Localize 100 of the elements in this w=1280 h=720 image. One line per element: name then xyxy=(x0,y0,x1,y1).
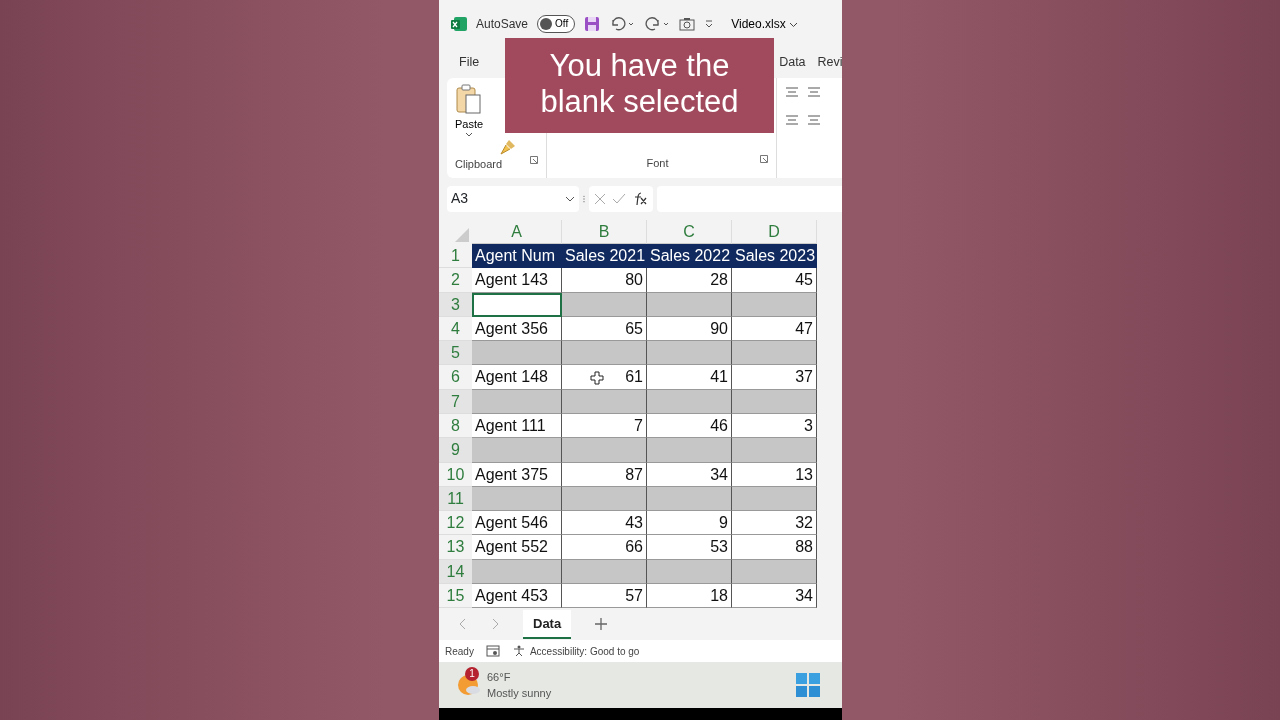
table-cell: 34 xyxy=(647,462,732,487)
file-name-menu[interactable]: Video.xlsx xyxy=(731,14,798,33)
row-header[interactable]: 14 xyxy=(439,559,472,585)
save-icon[interactable] xyxy=(584,15,601,32)
table-cell: 47 xyxy=(732,316,817,342)
table-cell: 43 xyxy=(562,511,647,536)
next-sheet-icon[interactable] xyxy=(491,618,499,631)
selected-cell[interactable] xyxy=(647,438,732,463)
selected-cell[interactable] xyxy=(562,389,647,414)
selected-cell[interactable] xyxy=(732,486,817,512)
align-left-icon[interactable] xyxy=(807,113,821,126)
header-cell: Agent Num xyxy=(472,243,562,269)
selected-cell[interactable] xyxy=(562,292,647,317)
accessibility-icon xyxy=(511,645,526,658)
selected-cell[interactable] xyxy=(472,389,562,414)
weather-condition: Mostly sunny xyxy=(487,686,552,702)
header-cell: Sales 2022 xyxy=(647,243,732,269)
selected-cell[interactable] xyxy=(647,559,732,585)
row-header[interactable]: 5 xyxy=(439,341,472,366)
align-center-icon[interactable] xyxy=(807,85,821,98)
table-cell: Agent 453 xyxy=(472,584,562,609)
paintbrush-icon[interactable] xyxy=(499,137,518,156)
active-cell[interactable] xyxy=(472,292,562,317)
table-cell: Agent 148 xyxy=(472,365,562,390)
selected-cell[interactable] xyxy=(562,486,647,512)
cancel-icon[interactable] xyxy=(594,192,606,205)
clipboard-icon xyxy=(455,83,484,116)
start-button-icon[interactable] xyxy=(796,673,820,698)
table-cell: 45 xyxy=(732,268,817,293)
table-cell: 18 xyxy=(647,584,732,609)
customize-caret-icon[interactable] xyxy=(704,18,715,29)
table-cell: 28 xyxy=(647,268,732,293)
header-cell: Sales 2023 xyxy=(732,243,817,269)
selected-cell[interactable] xyxy=(472,559,562,585)
weather-temperature: 66°F xyxy=(487,669,512,685)
table-cell: 65 xyxy=(562,316,647,342)
align-center-icon[interactable] xyxy=(785,85,799,98)
column-header[interactable]: A xyxy=(472,219,562,244)
selected-cell[interactable] xyxy=(472,438,562,463)
table-cell: 3 xyxy=(732,414,817,439)
selected-cell[interactable] xyxy=(472,341,562,366)
macro-recorder-icon[interactable] xyxy=(485,645,500,658)
header-cell: Sales 2021 xyxy=(562,243,647,269)
table-cell: 61 xyxy=(562,365,647,390)
selected-cell[interactable] xyxy=(647,292,732,317)
camera-icon[interactable] xyxy=(679,16,696,31)
autosave-toggle[interactable]: Off xyxy=(537,14,576,33)
add-sheet-icon[interactable] xyxy=(595,618,608,631)
redo-icon[interactable] xyxy=(644,16,671,31)
selected-cell[interactable] xyxy=(732,341,817,366)
ribbon-tab[interactable]: Data xyxy=(779,53,806,73)
group-label: Font xyxy=(646,156,669,172)
selected-cell[interactable] xyxy=(562,438,647,463)
align-left-icon[interactable] xyxy=(785,113,799,126)
paste-button[interactable]: Paste xyxy=(455,83,484,156)
table-cell: Agent 143 xyxy=(472,268,562,293)
spreadsheet-app-icon[interactable] xyxy=(451,15,467,32)
row-header[interactable]: 11 xyxy=(439,486,472,512)
autosave-label: AutoSave xyxy=(476,15,529,33)
selected-cell[interactable] xyxy=(732,559,817,585)
column-header[interactable]: D xyxy=(732,219,817,244)
dialog-launcher-icon[interactable] xyxy=(530,155,538,164)
previous-sheet-icon[interactable] xyxy=(459,618,467,631)
selected-cell[interactable] xyxy=(732,292,817,317)
undo-icon[interactable] xyxy=(609,16,636,31)
column-header[interactable]: C xyxy=(647,219,732,244)
sheet-tab[interactable]: Data xyxy=(523,609,572,640)
selected-cell[interactable] xyxy=(562,559,647,585)
ribbon-tab[interactable]: Revi xyxy=(817,53,843,73)
group-label: Clipboard xyxy=(455,156,503,172)
selected-cell[interactable] xyxy=(732,438,817,463)
dialog-launcher-icon[interactable] xyxy=(760,155,768,164)
accessibility-status[interactable]: Accessibility: Good to go xyxy=(511,643,640,659)
function-icon[interactable] xyxy=(632,191,648,206)
selected-cell[interactable] xyxy=(732,389,817,414)
selected-cell[interactable] xyxy=(647,389,732,414)
caption-text: You have the blank selected xyxy=(505,38,774,133)
notification-count: 1 xyxy=(465,667,479,682)
table-cell: 9 xyxy=(647,511,732,536)
selected-cell[interactable] xyxy=(562,341,647,366)
formula-input[interactable] xyxy=(657,185,842,212)
table-cell: 41 xyxy=(647,365,732,390)
caret-icon xyxy=(789,21,798,28)
caret-icon xyxy=(465,132,474,138)
row-header[interactable]: 3 xyxy=(439,292,472,317)
table-cell: 37 xyxy=(732,365,817,390)
selected-cell[interactable] xyxy=(472,486,562,512)
row-header[interactable]: 7 xyxy=(439,389,472,414)
table-cell: Agent 552 xyxy=(472,535,562,560)
name-box[interactable]: A3 xyxy=(447,185,579,212)
selected-cell[interactable] xyxy=(647,341,732,366)
table-cell: 57 xyxy=(562,584,647,609)
column-header[interactable]: B xyxy=(562,219,647,244)
selected-cell[interactable] xyxy=(647,486,732,512)
table-cell: Agent 546 xyxy=(472,511,562,536)
table-cell: 32 xyxy=(732,511,817,536)
check-icon[interactable] xyxy=(612,192,626,205)
row-header[interactable]: 9 xyxy=(439,438,472,463)
status-text: Ready xyxy=(445,644,474,659)
ribbon-tab[interactable]: File xyxy=(459,53,480,73)
